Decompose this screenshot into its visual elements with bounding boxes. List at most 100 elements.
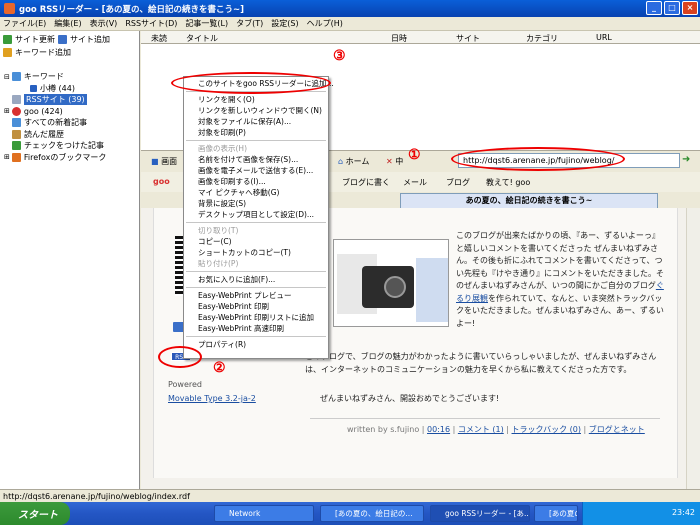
goo-logo[interactable]: goo	[153, 177, 170, 186]
screen-button[interactable]: ■ 画面	[151, 156, 177, 167]
close-button[interactable]: ×	[682, 1, 698, 15]
update-sites-button[interactable]: サイト更新	[0, 33, 55, 46]
context-menu-item[interactable]: 切り取り(T)	[184, 225, 328, 236]
menu-help[interactable]: ヘルプ(H)	[307, 18, 343, 29]
taskbar-item-article-1[interactable]: [あの夏の、絵日記の...	[320, 505, 424, 522]
folder-icon	[11, 72, 21, 82]
start-button[interactable]: スタート	[0, 502, 70, 525]
tree-item-new-articles[interactable]: すべての新着記事	[0, 117, 140, 129]
context-menu-item[interactable]: 貼り付け(P)	[184, 258, 328, 269]
title-bar: goo RSSリーダー - [あの夏の、絵日記の続きを書こう~] _ □ ×	[0, 0, 700, 17]
menu-separator	[186, 287, 326, 288]
tree-item-goo[interactable]: ⊞ goo (424)	[0, 106, 140, 118]
maximize-button[interactable]: □	[664, 1, 680, 15]
blog-write-button[interactable]: ブログに書く	[342, 177, 390, 188]
context-menu-item[interactable]: プロパティ(R)	[184, 339, 328, 350]
status-bar: http://dqst6.arenane.jp/fujino/weblog/in…	[0, 489, 700, 502]
stop-button[interactable]: ✕ 中	[386, 156, 403, 167]
menu-settings[interactable]: 設定(S)	[271, 18, 298, 29]
trackback-link[interactable]: トラックバック (0)	[512, 425, 581, 434]
menu-rss-site[interactable]: RSSサイト(D)	[125, 18, 177, 29]
oshiete-button[interactable]: 教えて! goo	[486, 177, 530, 188]
blog-button[interactable]: ブログ	[446, 177, 470, 188]
context-menu-item[interactable]: Easy-WebPrint 印刷	[184, 301, 328, 312]
annotation-circle-1	[451, 147, 625, 171]
paragraph-1b-text: を作られていて、なんと、いま突然トラックバックをいただきました。ぜんまいねずみさ…	[456, 293, 664, 328]
tree-item-history[interactable]: 読んだ履歴	[0, 129, 140, 141]
col-title[interactable]: タイトル	[186, 33, 218, 44]
context-menu-item[interactable]: 対象を印刷(P)	[184, 127, 328, 138]
article-list-header: 未読 タイトル 日時 サイト カテゴリ URL	[141, 31, 700, 44]
system-tray: 23:42	[582, 502, 700, 525]
tree-item-keyword[interactable]: ⊟ キーワード	[0, 71, 140, 83]
menu-view[interactable]: 表示(V)	[90, 18, 118, 29]
home-button[interactable]: ⌂ ホーム	[338, 156, 369, 167]
stop-label: 中	[395, 157, 404, 166]
tree-item-label: 小樽 (44)	[40, 83, 75, 93]
site-tree: ⊟ キーワード 小樽 (44) RSSサイト (39) ⊞ goo (424) すべ…	[0, 71, 140, 163]
left-pane: サイト更新 サイト追加 キーワード追加 ⊟ キーワード 小樽 (44) RSSサイ…	[0, 31, 140, 489]
category-link[interactable]: ブログとネット	[589, 425, 645, 434]
home-label: ホーム	[345, 157, 370, 166]
minimize-button[interactable]: _	[646, 1, 662, 15]
context-menu-item[interactable]: デスクトップ項目として設定(D)...	[184, 209, 328, 220]
footer-author: written by s.fujino	[347, 425, 420, 434]
tree-item-label: RSSサイト (39)	[24, 94, 87, 106]
context-menu-item[interactable]: 対象をファイルに保存(A)...	[184, 116, 328, 127]
col-url[interactable]: URL	[596, 33, 612, 42]
page-scrollbar[interactable]	[686, 208, 700, 489]
tree-item-firefox[interactable]: ⊞ Firefoxのブックマーク	[0, 152, 140, 164]
add-site-button[interactable]: サイト追加	[55, 33, 110, 46]
tab-article[interactable]: あの夏の、絵日記の続きを書こう~	[400, 193, 658, 208]
context-menu-item[interactable]: Easy-WebPrint 高速印刷	[184, 323, 328, 334]
add-site-label: サイト追加	[70, 35, 110, 44]
col-unread[interactable]: 未読	[151, 33, 167, 44]
post-footer: written by s.fujino | 00:16 | コメント (1) |…	[347, 425, 645, 434]
add-keyword-label: キーワード追加	[15, 48, 71, 57]
menu-bar: ファイル(E) 編集(E) 表示(V) RSSサイト(D) 記事一覧(L) タブ…	[0, 17, 700, 31]
mail-button[interactable]: メール	[403, 177, 427, 188]
context-menu-item[interactable]: リンクを新しいウィンドウで開く(N)	[184, 105, 328, 116]
context-menu-item[interactable]: ショートカットのコピー(T)	[184, 247, 328, 258]
context-menu-item[interactable]: コピー(C)	[184, 236, 328, 247]
context-menu-item[interactable]: Easy-WebPrint 印刷リストに追加	[184, 312, 328, 323]
add-keyword-button[interactable]: キーワード追加	[0, 46, 139, 59]
go-icon[interactable]: ➜	[682, 154, 690, 165]
annotation-number-1: ①	[408, 147, 421, 163]
movable-type-link[interactable]: Movable Type 3.2-ja-2	[168, 394, 256, 403]
tree-item-checked[interactable]: チェックをつけた記事	[0, 140, 140, 152]
context-menu-item[interactable]: Easy-WebPrint プレビュー	[184, 290, 328, 301]
context-menu-item[interactable]: 名前を付けて画像を保存(S)...	[184, 154, 328, 165]
col-category[interactable]: カテゴリ	[526, 33, 558, 44]
menu-separator	[186, 140, 326, 141]
taskbar-item-network[interactable]: Network	[214, 505, 314, 522]
permalink[interactable]: 00:16	[427, 425, 450, 434]
context-menu-item[interactable]: マイ ピクチャへ移動(G)	[184, 187, 328, 198]
col-date[interactable]: 日時	[391, 33, 407, 44]
stop-icon: ✕	[386, 157, 393, 166]
powered-by: Powered	[168, 380, 203, 389]
context-menu-item[interactable]: お気に入りに追加(F)...	[184, 274, 328, 285]
col-site[interactable]: サイト	[456, 33, 480, 44]
menu-tab[interactable]: タブ(T)	[236, 18, 263, 29]
context-menu-item[interactable]: 画像を電子メールで送信する(E)...	[184, 165, 328, 176]
taskbar-item-goo-rss[interactable]: goo RSSリーダー - [あ...	[430, 505, 530, 522]
menu-article-list[interactable]: 記事一覧(L)	[185, 18, 228, 29]
context-menu-item[interactable]: 画像の表示(H)	[184, 143, 328, 154]
context-menu-item[interactable]: 背景に設定(S)	[184, 198, 328, 209]
clock: 23:42	[671, 508, 695, 517]
footer-divider	[310, 418, 660, 419]
menu-file[interactable]: ファイル(E)	[3, 18, 46, 29]
menu-edit[interactable]: 編集(E)	[54, 18, 81, 29]
annotation-number-2: ②	[213, 360, 226, 376]
context-menu-item[interactable]: 画像を印刷する(I)...	[184, 176, 328, 187]
tree-item-label: キーワード	[23, 72, 64, 82]
tree-item-otaru[interactable]: 小樽 (44)	[0, 83, 140, 95]
tree-item-label: すべての新着記事	[24, 118, 88, 128]
context-menu-item[interactable]: リンクを開く(O)	[184, 94, 328, 105]
taskbar-item-article-2[interactable]: [あの夏の、絵日記の...	[534, 505, 578, 522]
tree-item-rss-site[interactable]: RSSサイト (39)	[0, 94, 140, 106]
home-icon: ⌂	[338, 157, 344, 166]
paragraph-2: このブログで、ブログの魅力がわかったように書いていらっしゃいましたが、ぜんまいね…	[305, 352, 657, 374]
comment-link[interactable]: コメント (1)	[458, 425, 504, 434]
